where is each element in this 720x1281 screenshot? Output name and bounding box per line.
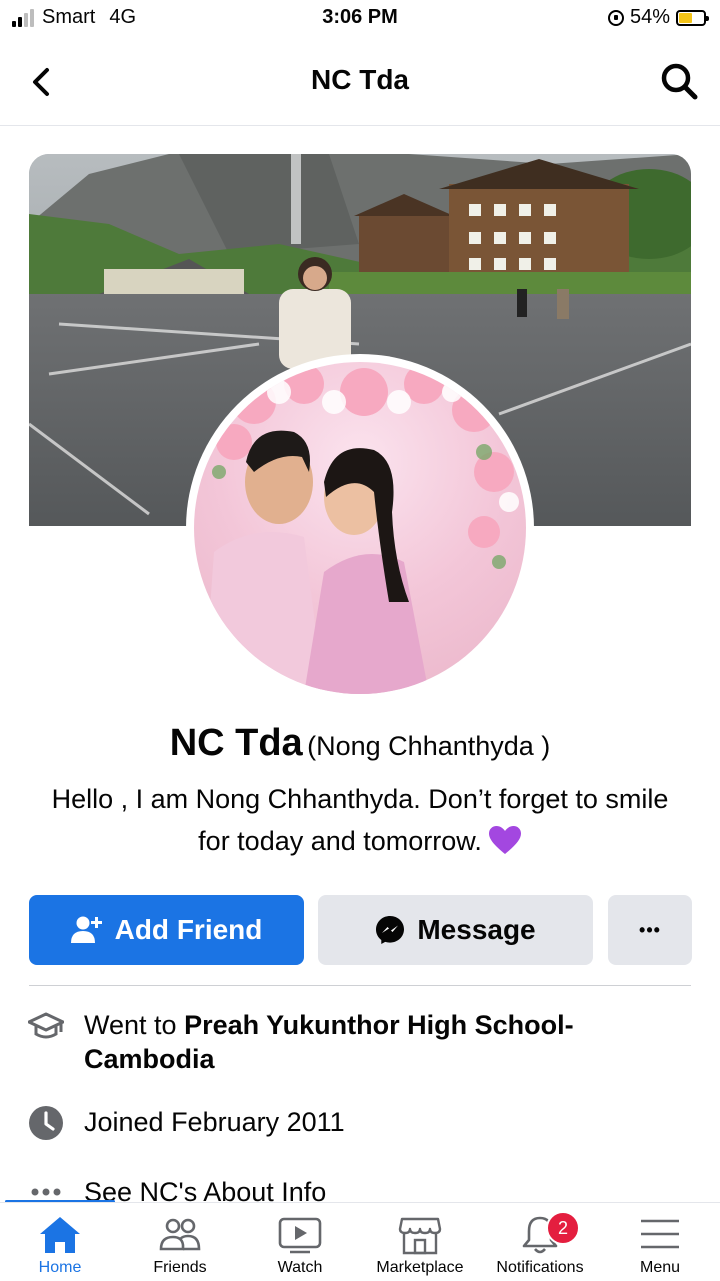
status-right: 54% [607,6,709,29]
clock-icon [29,1106,63,1140]
nav-menu-label: Menu [639,1259,681,1276]
joined-row: Joined February 2011 [28,1105,690,1141]
battery-percent: 54% [629,6,670,28]
message-button[interactable]: Message [318,895,593,965]
profile-bio-text: Hello , I am Nong Chhanthyda. Don’t forg… [51,784,669,856]
rotation-lock-icon [607,9,624,26]
nav-notifications-label: Notifications [496,1259,584,1276]
bottom-nav: Home Friends Watch Marketplace 2 Notific… [0,1202,720,1281]
education-prefix: Went to [84,1010,177,1040]
home-icon [40,1217,80,1253]
profile-name-line: NC Tda (Nong Chhanthyda ) [0,722,720,765]
friends-icon [159,1218,201,1251]
message-label: Message [417,914,536,945]
education-row[interactable]: Went to Preah Yukunthor High School-Camb… [28,1008,690,1076]
nav-marketplace[interactable]: Marketplace [360,1203,480,1281]
nav-home[interactable]: Home [0,1203,120,1281]
profile-picture-image [194,362,526,694]
nav-home-label: Home [38,1259,82,1276]
profile-picture[interactable] [186,354,534,702]
profile-bio: Hello , I am Nong Chhanthyda. Don’t forg… [40,778,680,862]
profile-header: NC Tda [0,40,720,126]
add-person-icon [70,916,102,943]
nav-watch-label: Watch [277,1259,323,1276]
purple-heart-icon [488,826,521,854]
status-bar: Smart 4G 3:06 PM 54% [0,0,720,40]
add-friend-label: Add Friend [114,914,263,945]
nav-marketplace-label: Marketplace [376,1259,464,1276]
nav-watch[interactable]: Watch [240,1203,360,1281]
nav-menu[interactable]: Menu [600,1203,720,1281]
joined-text: Joined February 2011 [84,1107,345,1137]
more-options-button[interactable]: ••• [608,895,692,965]
nav-friends-label: Friends [153,1259,207,1276]
header-title: NC Tda [311,64,409,95]
nav-friends[interactable]: Friends [120,1203,240,1281]
battery-icon [676,9,709,26]
marketplace-icon [398,1217,442,1255]
watch-icon [278,1217,322,1254]
profile-name: NC Tda [169,722,303,764]
more-options-label: ••• [639,919,661,940]
education-text: Went to Preah Yukunthor High School-Camb… [84,1008,690,1076]
profile-picture-illustration [204,364,519,694]
menu-icon [641,1219,679,1249]
messenger-icon [376,916,405,944]
section-divider [29,985,691,986]
add-friend-button[interactable]: Add Friend [29,895,304,965]
graduation-cap-icon [28,1012,64,1039]
profile-alternate-name: (Nong Chhanthyda ) [307,731,551,761]
nav-notifications[interactable]: 2 Notifications [480,1203,600,1281]
search-icon[interactable] [658,60,700,102]
notification-badge: 2 [546,1211,580,1245]
